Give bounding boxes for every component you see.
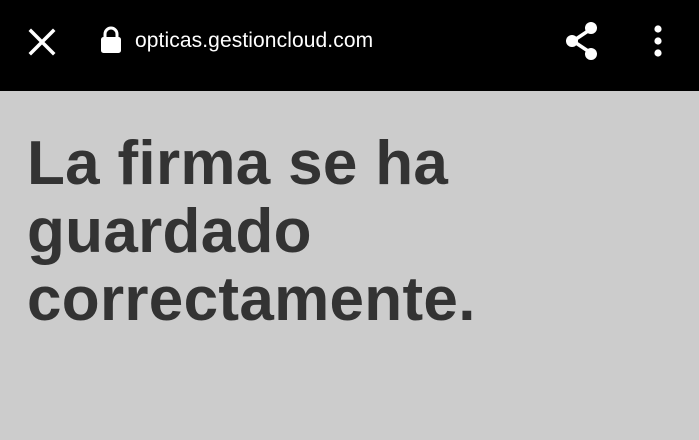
close-button[interactable] <box>22 22 62 62</box>
more-options-button[interactable] <box>640 19 676 63</box>
browser-toolbar: opticas.gestioncloud.com <box>0 0 699 91</box>
url-text[interactable]: opticas.gestioncloud.com <box>135 28 373 54</box>
share-button[interactable] <box>560 19 604 63</box>
close-icon <box>28 28 56 56</box>
confirmation-message: La firma se ha guardado correctamente. <box>27 129 476 334</box>
share-icon <box>566 22 597 60</box>
more-vert-icon <box>654 25 662 57</box>
lock-icon <box>101 26 121 53</box>
